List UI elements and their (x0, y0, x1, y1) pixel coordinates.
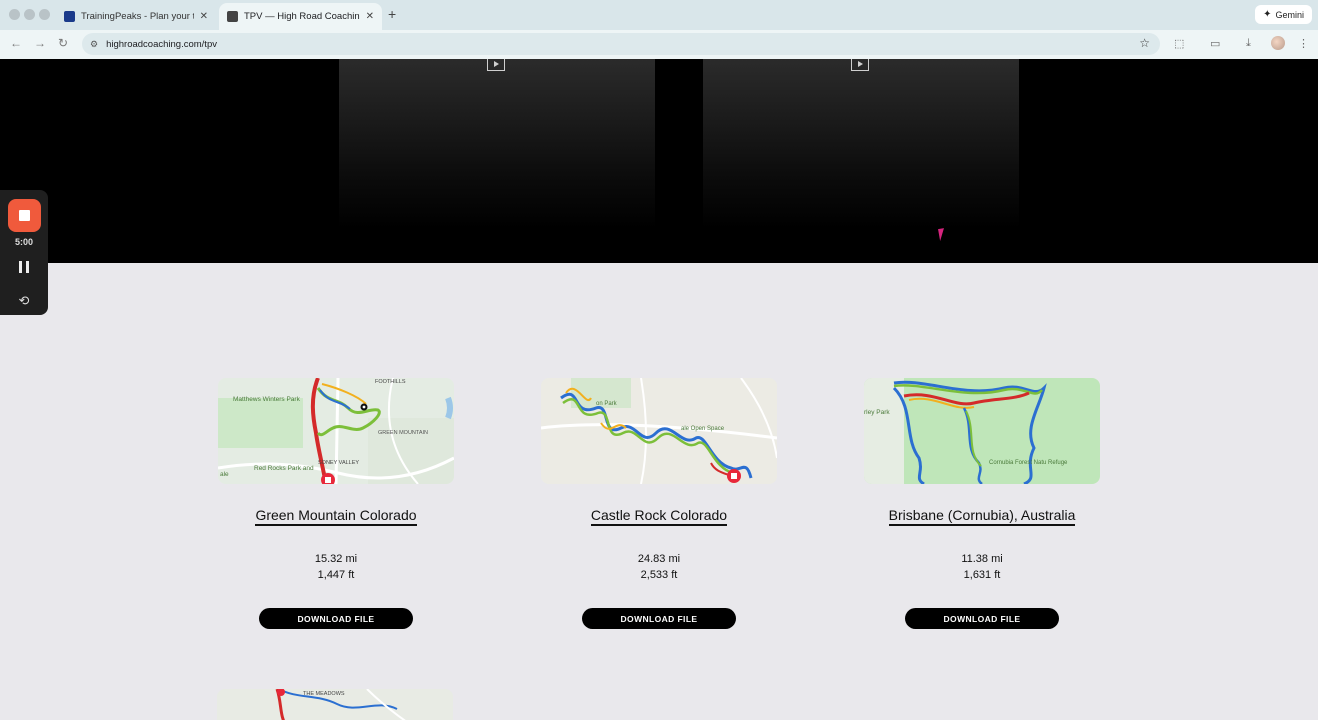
pause-icon[interactable] (19, 261, 29, 273)
highroad-favicon-icon (227, 11, 238, 22)
route-title[interactable]: Brisbane (Cornubia), Australia (888, 507, 1076, 526)
map-label: Red Rocks Park and (254, 465, 314, 472)
browser-tab-bar: TrainingPeaks - Plan your tra ✕ TPV — Hi… (0, 0, 1318, 30)
map-label: rley Park (864, 409, 890, 416)
video-icon (487, 59, 505, 71)
route-elevation: 1,447 ft (317, 569, 355, 581)
route-elevation: 2,533 ft (640, 569, 678, 581)
downloads-icon[interactable]: ⤓ (1246, 37, 1251, 50)
trainingpeaks-favicon-icon (64, 11, 75, 22)
route-elevation: 1,631 ft (963, 569, 1001, 581)
stop-recording-button[interactable] (8, 199, 41, 232)
route-card-partial[interactable]: THE MEADOWS (217, 689, 453, 720)
route-card-castle-rock: on Park ale Open Space Castle Rock Color… (539, 378, 779, 629)
screen-recorder-panel: 5:00 ⟲ (0, 190, 48, 315)
url-text: highroadcoaching.com/tpv (106, 38, 217, 50)
cast-icon[interactable]: ▭ (1210, 37, 1220, 50)
map-label: GREEN MOUNTAIN (378, 430, 428, 436)
tab-trainingpeaks[interactable]: TrainingPeaks - Plan your tra ✕ (56, 3, 216, 30)
download-file-button[interactable]: DOWNLOAD FILE (905, 608, 1059, 629)
mouse-cursor-icon (938, 227, 952, 241)
route-card-green-mountain: FOOTHILLS Matthews Winters Park GREEN MO… (216, 378, 456, 629)
route-distance: 24.83 mi (637, 553, 681, 565)
extensions-icon[interactable]: ⬚ (1174, 37, 1184, 50)
tab-high-road-coaching[interactable]: TPV — High Road Coaching ✕ (219, 3, 382, 30)
route-title[interactable]: Green Mountain Colorado (255, 507, 417, 526)
map-label: THE MEADOWS (303, 691, 345, 697)
site-settings-icon[interactable]: ⚙ (90, 39, 98, 50)
route-distance: 11.38 mi (961, 553, 1003, 565)
tab-title: TPV — High Road Coaching (244, 11, 360, 22)
menu-dots-icon[interactable]: ⋮ (1298, 37, 1309, 50)
route-title[interactable]: Castle Rock Colorado (590, 507, 728, 526)
back-icon[interactable]: ← (10, 36, 22, 50)
map-label: ale Open Space (681, 426, 725, 432)
route-map[interactable]: rley Park Cornubia Forest Natu Refuge (864, 378, 1100, 484)
close-tab-icon[interactable]: ✕ (200, 11, 208, 22)
window-close-dot[interactable] (9, 9, 20, 20)
video-player-1[interactable] (339, 59, 655, 229)
map-label: Matthews Winters Park (233, 396, 301, 403)
video-icon (851, 59, 869, 71)
address-bar[interactable]: ⚙ highroadcoaching.com/tpv ☆ (82, 33, 1160, 55)
gemini-button[interactable]: ✦ Gemini (1255, 5, 1312, 24)
browser-toolbar: ← → ↻ ⚙ highroadcoaching.com/tpv ☆ ⬚ ▭ ⤓… (0, 30, 1318, 59)
reload-icon[interactable]: ↻ (58, 36, 68, 50)
new-tab-icon[interactable]: + (388, 6, 396, 22)
video-section (0, 59, 1318, 263)
download-file-button[interactable]: DOWNLOAD FILE (259, 608, 413, 629)
tab-title: TrainingPeaks - Plan your tra (81, 11, 194, 22)
map-label: Cornubia Forest Natu Refuge (989, 460, 1068, 466)
route-distance: 15.32 mi (314, 553, 358, 565)
window-zoom-dot[interactable] (39, 9, 50, 20)
map-label: ale (220, 471, 229, 478)
gemini-label: Gemini (1275, 9, 1304, 20)
recording-timer: 5:00 (14, 237, 33, 247)
forward-icon[interactable]: → (34, 36, 46, 50)
route-card-brisbane: rley Park Cornubia Forest Natu Refuge Br… (862, 378, 1102, 629)
map-label: FOOTHILLS (375, 379, 406, 385)
video-player-2[interactable] (703, 59, 1019, 229)
route-map[interactable]: FOOTHILLS Matthews Winters Park GREEN MO… (218, 378, 454, 484)
window-minimize-dot[interactable] (24, 9, 35, 20)
bookmark-star-icon[interactable]: ☆ (1139, 36, 1150, 50)
download-file-button[interactable]: DOWNLOAD FILE (582, 608, 736, 629)
gemini-spark-icon: ✦ (1263, 9, 1272, 20)
profile-avatar[interactable] (1271, 36, 1285, 50)
close-tab-icon[interactable]: ✕ (366, 11, 374, 22)
route-map[interactable]: on Park ale Open Space (541, 378, 777, 484)
restart-icon[interactable]: ⟲ (0, 293, 48, 309)
map-label: SONEY VALLEY (318, 460, 359, 466)
map-label: on Park (596, 401, 618, 407)
